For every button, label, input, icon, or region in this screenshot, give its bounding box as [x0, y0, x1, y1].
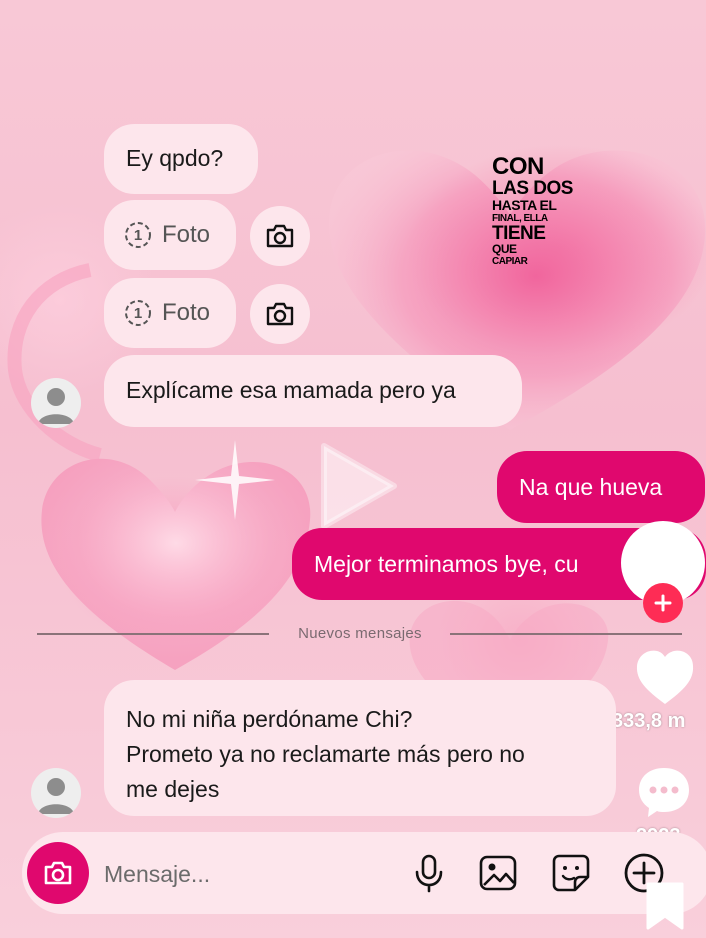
like-count: 333,8 m [612, 710, 686, 732]
camera-icon [44, 861, 72, 885]
message-bubble-incoming[interactable]: Ey qpdo? [104, 124, 258, 194]
gallery-button[interactable] [475, 850, 521, 896]
message-input[interactable] [102, 854, 396, 894]
camera-icon [266, 302, 294, 326]
reply-camera-button[interactable] [250, 284, 310, 344]
sticker-line: TIENE [492, 223, 546, 244]
comment-button[interactable] [636, 764, 692, 820]
view-once-count: 1 [133, 304, 143, 322]
photo-label: Foto [162, 221, 211, 248]
avatar[interactable] [31, 378, 81, 428]
message-text-line: me dejes [126, 776, 220, 802]
text-sticker: CON LAS DOS HASTA EL FINAL, ELLA TIENE Q… [492, 155, 573, 267]
avatar-icon [38, 388, 74, 424]
sticker-line: QUE [492, 242, 517, 256]
message-composer [22, 832, 706, 914]
message-bubble-incoming[interactable]: Explícame esa mamada pero ya [104, 355, 522, 427]
photo-message[interactable]: 1 Foto [104, 200, 236, 270]
sticker-line: HASTA EL [492, 197, 557, 213]
message-text-line: No mi niña perdóname Chi? [126, 706, 413, 732]
like-button[interactable] [634, 648, 696, 706]
camera-icon [266, 224, 294, 248]
message-text: Mejor terminamos bye, cu [314, 551, 579, 577]
view-once-icon: 1 [124, 299, 152, 327]
reply-camera-button[interactable] [250, 206, 310, 266]
sticker-line: CON [492, 153, 544, 180]
gallery-icon [479, 855, 517, 891]
sticker-button[interactable] [548, 850, 594, 896]
mic-button[interactable] [406, 850, 452, 896]
new-messages-divider: Nuevos mensajes [298, 625, 422, 642]
sticker-icon [552, 854, 590, 892]
mic-icon [415, 854, 443, 893]
view-once-count: 1 [133, 226, 143, 244]
follow-button[interactable] [643, 583, 683, 623]
view-once-icon: 1 [124, 221, 152, 249]
sticker-line: LAS DOS [492, 178, 573, 199]
avatar-icon [38, 778, 74, 814]
plus-icon [654, 594, 672, 612]
sparkle-decoration [195, 440, 275, 520]
heart-icon [636, 650, 694, 704]
photo-message[interactable]: 1 Foto [104, 278, 236, 348]
divider-line [37, 633, 269, 635]
camera-button[interactable] [27, 842, 89, 904]
message-bubble-incoming[interactable]: No mi niña perdóname Chi? Prometo ya no … [104, 680, 616, 816]
message-bubble-outgoing[interactable]: Na que hueva [497, 451, 705, 523]
message-text: Explícame esa mamada pero ya [126, 377, 456, 403]
play-icon [321, 443, 397, 529]
heart-decoration [7, 263, 102, 460]
photo-label: Foto [162, 299, 211, 326]
message-text: Na que hueva [519, 474, 663, 500]
comment-icon [639, 768, 689, 817]
message-text-line: Prometo ya no reclamarte más pero no [126, 741, 525, 767]
message-text: Ey qpdo? [126, 145, 224, 171]
divider-line [450, 633, 682, 635]
avatar[interactable] [31, 768, 81, 818]
bookmark-icon [646, 882, 684, 930]
sticker-line: CAPIAR [492, 256, 528, 267]
bookmark-button[interactable] [644, 880, 686, 930]
